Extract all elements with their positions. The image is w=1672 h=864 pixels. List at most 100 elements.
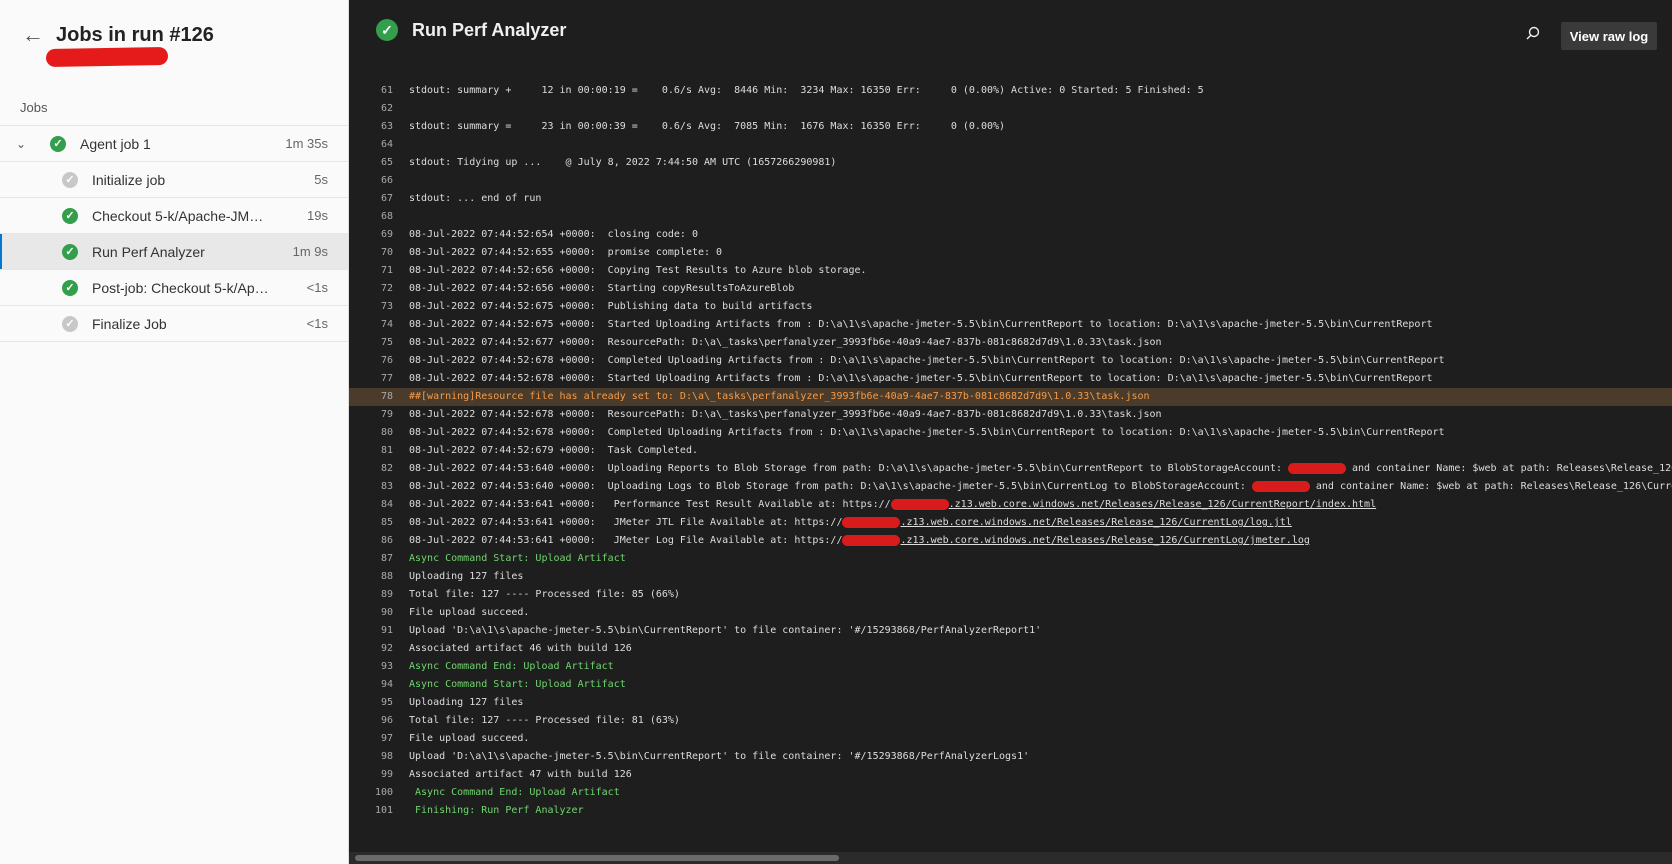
log-line: 98 Upload 'D:\a\1\s\apache-jmeter-5.5\bin… xyxy=(349,748,1672,766)
view-raw-log-button[interactable]: View raw log xyxy=(1561,22,1657,50)
success-check-icon: ✓ xyxy=(62,279,78,296)
job-step-row[interactable]: ✓ Checkout 5-k/Apache-JMeter-Bi... 19s xyxy=(0,197,348,233)
log-line-text: Finishing: Run Perf Analyzer xyxy=(409,802,584,820)
log-line-number: 65 xyxy=(380,157,393,168)
log-text-segment: 08-Jul-2022 07:44:52:678 +0000: Complete… xyxy=(409,355,1445,366)
log-line-number: 88 xyxy=(380,571,393,582)
horizontal-scrollbar[interactable] xyxy=(349,852,1672,864)
log-text-segment: Associated artifact 46 with build 126 xyxy=(409,643,632,654)
log-line-text: Associated artifact 46 with build 126 xyxy=(409,640,632,658)
log-line: 83 08-Jul-2022 07:44:53:640 +0000: Upload… xyxy=(349,478,1672,496)
success-check-icon: ✓ xyxy=(62,243,78,260)
log-line-number: 84 xyxy=(380,499,393,510)
redaction-mark xyxy=(1251,480,1310,492)
log-panel: ✓ Run Perf Analyzer View raw log 61 stdou… xyxy=(349,0,1672,864)
log-text-segment: Upload 'D:\a\1\s\apache-jmeter-5.5\bin\C… xyxy=(409,625,1042,636)
log-line-text: 08-Jul-2022 07:44:52:678 +0000: Started … xyxy=(409,370,1433,388)
log-line-text: 08-Jul-2022 07:44:52:654 +0000: closing … xyxy=(409,226,698,244)
log-line: 77 08-Jul-2022 07:44:52:678 +0000: Starte… xyxy=(349,370,1672,388)
log-line-text: Async Command Start: Upload Artifact xyxy=(409,676,626,694)
log-line-text: Uploading 127 files xyxy=(409,694,523,712)
chevron-down-icon[interactable]: ⌄ xyxy=(0,137,50,151)
log-text-segment: 08-Jul-2022 07:44:52:677 +0000: Resource… xyxy=(409,337,1162,348)
log-title: Run Perf Analyzer xyxy=(412,19,567,40)
job-step-label: Initialize job xyxy=(92,171,166,188)
success-check-icon: ✓ xyxy=(376,19,398,41)
skipped-check-icon: ✓ xyxy=(62,315,78,332)
log-line: 88 Uploading 127 files xyxy=(349,568,1672,586)
log-text-segment: Finishing: Run Perf Analyzer xyxy=(409,805,584,816)
log-link[interactable]: .z13.web.core.windows.net/Releases/Relea… xyxy=(900,535,1309,546)
log-text-segment: Uploading 127 files xyxy=(409,571,524,582)
log-link[interactable]: .z13.web.core.windows.net/Releases/Relea… xyxy=(949,499,1376,510)
log-text-segment: 08-Jul-2022 07:44:52:675 +0000: Publishi… xyxy=(409,301,813,312)
log-line: 81 08-Jul-2022 07:44:52:679 +0000: Task C… xyxy=(349,442,1672,460)
log-line-text: Associated artifact 47 with build 126 xyxy=(409,766,632,784)
arrow-left-icon[interactable]: ← xyxy=(22,22,56,48)
log-line-number: 72 xyxy=(380,283,393,294)
log-text-segment: stdout: Tidying up ... @ July 8, 2022 7:… xyxy=(409,157,837,168)
log-line: 63 stdout: summary = 23 in 00:00:39 = 0.6… xyxy=(349,118,1672,136)
log-line-number: 61 xyxy=(380,85,393,96)
log-line-text: 08-Jul-2022 07:44:52:679 +0000: Task Com… xyxy=(409,442,698,460)
log-text-segment: Async Command End: Upload Artifact xyxy=(409,787,620,798)
log-text-segment: File upload succeed. xyxy=(409,733,530,744)
log-line-number: 73 xyxy=(380,301,393,312)
log-text-segment: Async Command Start: Upload Artifact xyxy=(409,679,626,690)
log-line-text: Total file: 127 ---- Processed file: 81 … xyxy=(409,712,680,730)
log-line-number: 76 xyxy=(380,355,393,366)
log-line-number: 98 xyxy=(380,751,393,762)
log-text-segment: Async Command Start: Upload Artifact xyxy=(409,553,626,564)
log-line-text: stdout: Tidying up ... @ July 8, 2022 7:… xyxy=(409,154,836,172)
log-text-segment: Async Command End: Upload Artifact xyxy=(409,661,614,672)
job-step-row[interactable]: ✓ Post-job: Checkout 5-k/Apache-... <1s xyxy=(0,269,348,305)
log-line: 101 Finishing: Run Perf Analyzer xyxy=(349,802,1672,820)
log-line-number: 82 xyxy=(380,463,393,474)
log-line-number: 71 xyxy=(380,265,393,276)
log-line: 87 Async Command Start: Upload Artifact xyxy=(349,550,1672,568)
log-line-text: 08-Jul-2022 07:44:53:641 +0000: Performa… xyxy=(409,496,1376,514)
log-line-number: 94 xyxy=(380,679,393,690)
scrollbar-thumb[interactable] xyxy=(355,855,839,861)
log-line-number: 74 xyxy=(380,319,393,330)
log-line: 96 Total file: 127 ---- Processed file: 8… xyxy=(349,712,1672,730)
log-text-segment: File upload succeed. xyxy=(409,607,530,618)
log-line-number: 95 xyxy=(380,697,393,708)
log-output[interactable]: 61 stdout: summary + 12 in 00:00:19 = 0.6… xyxy=(349,82,1672,852)
log-line-text: Async Command Start: Upload Artifact xyxy=(409,550,626,568)
log-line-text: 08-Jul-2022 07:44:53:640 +0000: Uploadin… xyxy=(409,478,1672,496)
job-step-row[interactable]: ✓ Initialize job 5s xyxy=(0,161,348,197)
log-link[interactable]: .z13.web.core.windows.net/Releases/Relea… xyxy=(900,517,1291,528)
redaction-mark xyxy=(842,516,901,528)
log-text-segment: 08-Jul-2022 07:44:52:678 +0000: Resource… xyxy=(409,409,1162,420)
log-line: 65 stdout: Tidying up ... @ July 8, 2022 … xyxy=(349,154,1672,172)
job-step-row[interactable]: ✓ Run Perf Analyzer 1m 9s xyxy=(0,233,348,269)
log-line-number: 78 xyxy=(380,391,393,402)
log-line-number: 86 xyxy=(380,535,393,546)
job-step-duration: <1s xyxy=(306,280,328,295)
log-line-text: 08-Jul-2022 07:44:52:656 +0000: Starting… xyxy=(409,280,794,298)
redaction-mark xyxy=(890,498,949,510)
job-step-duration: 5s xyxy=(314,172,328,187)
log-text-segment: Total file: 127 ---- Processed file: 81 … xyxy=(409,715,680,726)
log-line-number: 70 xyxy=(380,247,393,258)
agent-job-duration: 1m 35s xyxy=(285,136,328,151)
search-icon[interactable] xyxy=(1526,26,1540,40)
log-line: 92 Associated artifact 46 with build 126 xyxy=(349,640,1672,658)
job-step-label: Post-job: Checkout 5-k/Apache-... xyxy=(92,279,270,296)
log-line-text: Uploading 127 files xyxy=(409,568,523,586)
redaction-mark xyxy=(1288,462,1346,474)
log-line-text: File upload succeed. xyxy=(409,730,529,748)
log-line-text: File upload succeed. xyxy=(409,604,529,622)
log-line-number: 92 xyxy=(380,643,393,654)
log-text-segment: 08-Jul-2022 07:44:53:640 +0000: Uploadin… xyxy=(409,481,1252,492)
log-line-text: ##[warning]Resource file has already set… xyxy=(409,388,1150,406)
job-step-row[interactable]: ✓ Finalize Job <1s xyxy=(0,305,348,341)
log-line-number: 87 xyxy=(380,553,393,564)
jobs-panel: ← Jobs in run #126 Jobs ⌄ ✓ Agent job 1 … xyxy=(0,0,349,864)
log-line-text: 08-Jul-2022 07:44:53:641 +0000: JMeter L… xyxy=(409,532,1310,550)
agent-job-row[interactable]: ⌄ ✓ Agent job 1 1m 35s xyxy=(0,125,348,161)
log-line-text: Async Command End: Upload Artifact xyxy=(409,658,614,676)
log-line-number: 89 xyxy=(380,589,393,600)
log-line-text: 08-Jul-2022 07:44:52:655 +0000: promise … xyxy=(409,244,722,262)
